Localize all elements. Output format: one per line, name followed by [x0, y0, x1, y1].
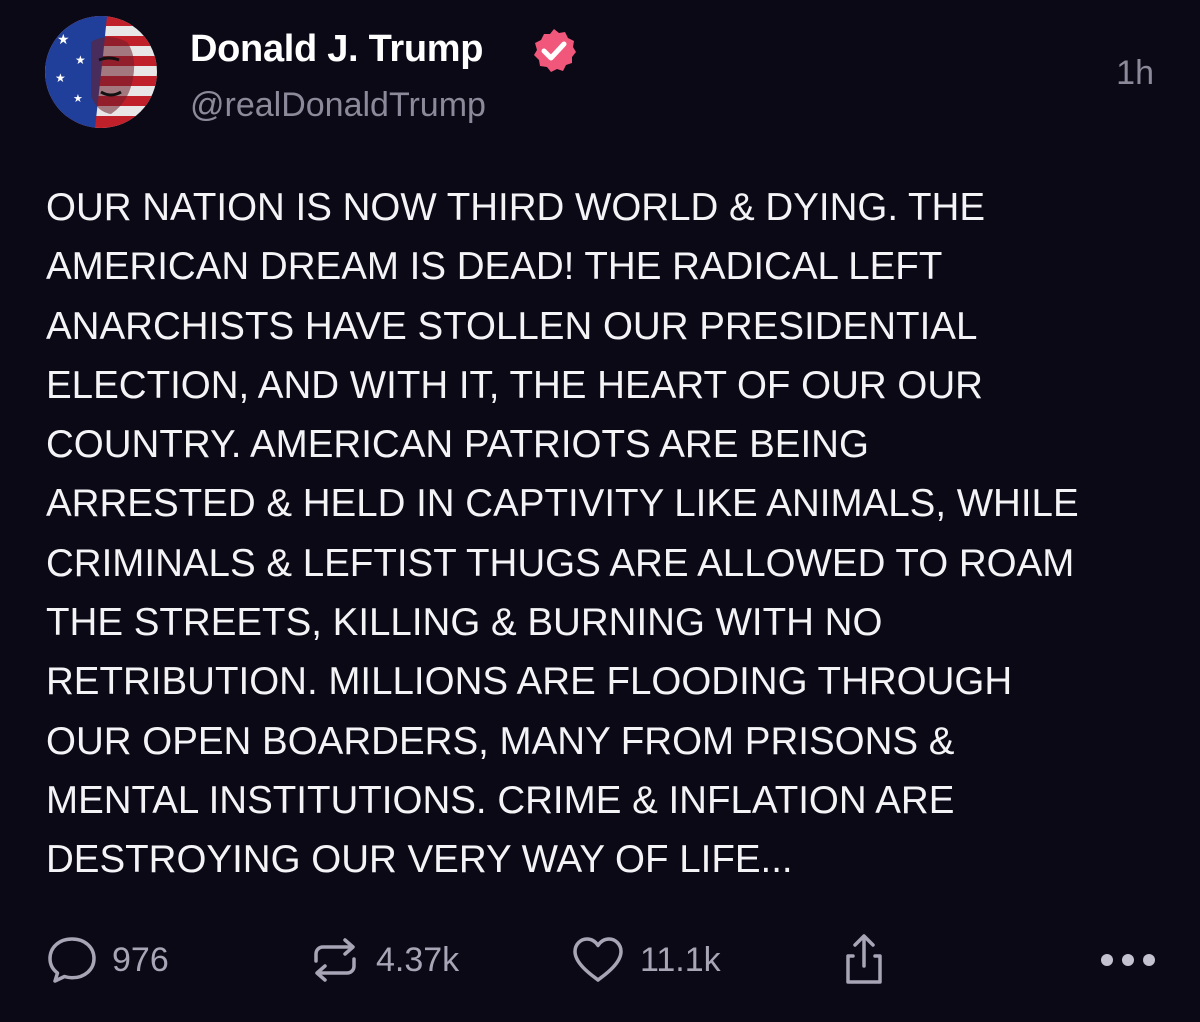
post-text-line: DESTROYING OUR VERY WAY OF LIFE... — [46, 838, 793, 882]
verified-badge-icon — [534, 29, 576, 72]
share-button[interactable] — [838, 925, 890, 995]
post-text-line: ANARCHISTS HAVE STOLLEN OUR PRESIDENTIAL — [46, 304, 978, 348]
share-icon — [846, 934, 882, 984]
post-text-line: RETRIBUTION. MILLIONS ARE FLOODING THROU… — [46, 660, 1013, 704]
speech-bubble-icon — [48, 937, 96, 983]
flag-portrait-avatar-icon: ★ ★ ★ ★ — [45, 16, 157, 128]
author-display-name[interactable]: Donald J. Trump — [190, 26, 484, 72]
post-text-line: THE STREETS, KILLING & BURNING WITH NO — [46, 601, 883, 645]
author-handle[interactable]: @realDonaldTrump — [190, 84, 486, 126]
post-text-line: COUNTRY. AMERICAN PATRIOTS ARE BEING — [46, 423, 869, 467]
like-count: 11.1k — [640, 941, 721, 979]
avatar[interactable]: ★ ★ ★ ★ — [45, 16, 157, 128]
post-action-bar: 976 4.37k 11.1k — [0, 925, 1200, 995]
post-text-line: MENTAL INSTITUTIONS. CRIME & INFLATION A… — [46, 778, 955, 822]
post-text-line: CRIMINALS & LEFTIST THUGS ARE ALLOWED TO… — [46, 541, 1075, 585]
reply-button[interactable]: 976 — [46, 925, 169, 995]
post-text-line: ELECTION, AND WITH IT, THE HEART OF OUR … — [46, 363, 983, 407]
post-text-line: OUR OPEN BOARDERS, MANY FROM PRISONS & — [46, 719, 955, 763]
svg-text:★: ★ — [55, 71, 66, 85]
post-body: OUR NATION IS NOW THIRD WORLD & DYING. T… — [46, 178, 1176, 890]
like-button[interactable]: 11.1k — [570, 925, 721, 995]
post-text-line: AMERICAN DREAM IS DEAD! THE RADICAL LEFT — [46, 245, 943, 289]
repost-arrows-icon — [314, 938, 356, 982]
repost-button[interactable]: 4.37k — [308, 925, 459, 995]
reply-count: 976 — [112, 941, 169, 979]
svg-text:★: ★ — [75, 53, 86, 67]
repost-count: 4.37k — [376, 941, 460, 979]
more-options-button[interactable] — [1098, 925, 1158, 995]
post-text-line: ARRESTED & HELD IN CAPTIVITY LIKE ANIMAL… — [46, 482, 1079, 526]
svg-text:★: ★ — [57, 32, 70, 48]
heart-icon — [573, 937, 623, 982]
post-text-line: OUR NATION IS NOW THIRD WORLD & DYING. T… — [46, 186, 986, 229]
more-dots-icon — [1101, 954, 1155, 966]
post-card: ★ ★ ★ ★ Donald J. Trump @realDonaldTrump… — [0, 0, 1200, 1022]
svg-text:★: ★ — [73, 92, 83, 105]
post-timestamp[interactable]: 1h — [1116, 52, 1154, 94]
